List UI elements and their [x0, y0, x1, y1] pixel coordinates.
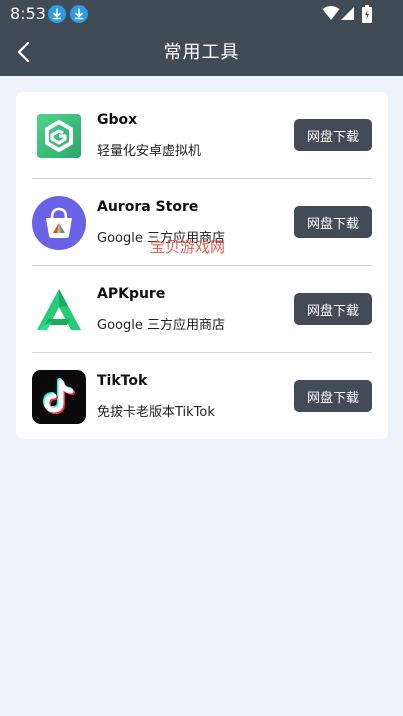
download-notification-icon [48, 5, 66, 23]
tool-name: APKpure [97, 286, 166, 302]
tool-name: Gbox [97, 112, 138, 128]
download-button[interactable]: 网盘下载 [294, 119, 372, 151]
tool-description: 免拔卡老版本TikTok [97, 405, 215, 420]
tools-card: Gbox 轻量化安卓虚拟机 网盘下载 Aurora Store Google 三… [16, 92, 388, 439]
download-button[interactable]: 网盘下载 [294, 380, 372, 412]
tool-description: Google 三方应用商店 [97, 318, 225, 333]
download-button[interactable]: 网盘下载 [294, 293, 372, 325]
signal-icon [341, 5, 355, 25]
list-item[interactable]: APKpure Google 三方应用商店 网盘下载 [16, 266, 388, 353]
top-bar: 8:53 常用工具 [0, 0, 403, 76]
download-notification-icon [70, 5, 88, 23]
watermark-text: 宝贝游戏网 [150, 238, 226, 256]
gbox-icon [32, 109, 86, 163]
status-time: 8:53 [10, 4, 46, 23]
apkpure-icon [32, 283, 86, 337]
list-item[interactable]: TikTok 免拔卡老版本TikTok 网盘下载 [16, 353, 388, 440]
page-title: 常用工具 [163, 42, 240, 63]
list-item[interactable]: Gbox 轻量化安卓虚拟机 网盘下载 [16, 92, 388, 179]
nav-bar: 常用工具 [0, 28, 403, 76]
battery-icon [362, 5, 372, 27]
tool-description: 轻量化安卓虚拟机 [97, 144, 202, 159]
tool-name: TikTok [97, 373, 148, 389]
tiktok-icon [32, 370, 86, 424]
wifi-icon [322, 5, 340, 25]
download-button[interactable]: 网盘下载 [294, 206, 372, 238]
aurora-store-icon [32, 196, 86, 250]
tool-name: Aurora Store [97, 199, 199, 215]
status-bar: 8:53 [0, 0, 403, 28]
